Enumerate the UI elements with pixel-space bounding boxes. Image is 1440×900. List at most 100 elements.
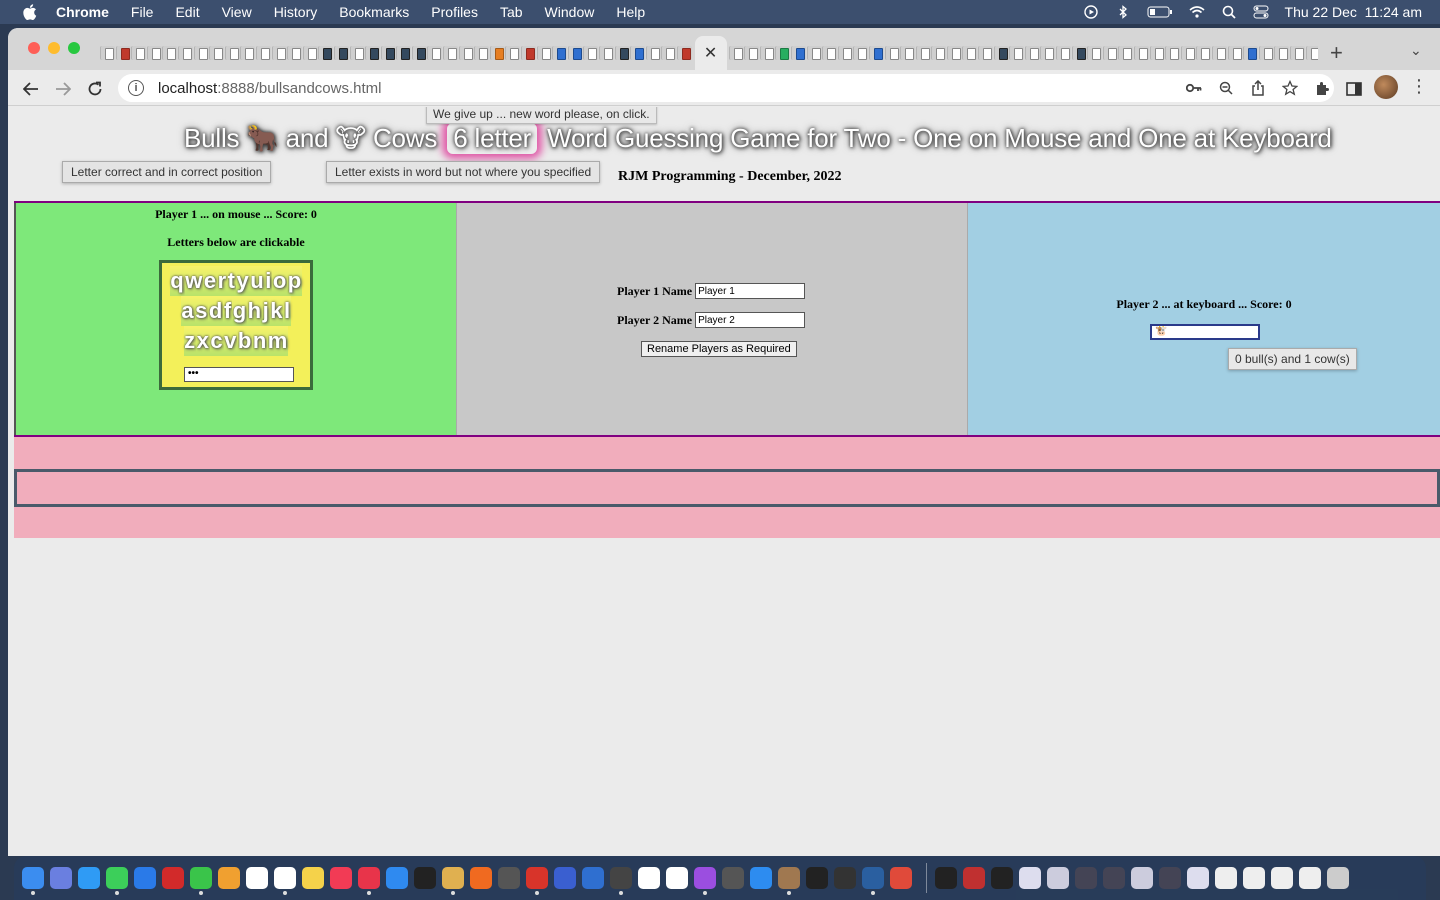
back-button[interactable]: [20, 78, 42, 100]
browser-tab[interactable]: [614, 46, 630, 60]
browser-tab[interactable]: [1118, 46, 1134, 60]
browser-tab[interactable]: [349, 46, 365, 60]
reload-button[interactable]: [84, 78, 106, 100]
browser-tab[interactable]: [1227, 46, 1243, 60]
browser-tab[interactable]: [427, 46, 443, 60]
browser-tab[interactable]: [1149, 46, 1165, 60]
letter-key-q[interactable]: q: [169, 266, 185, 296]
new-tab-button[interactable]: +: [1330, 40, 1343, 66]
dock-app-icon[interactable]: [638, 867, 660, 889]
browser-tab[interactable]: [1009, 46, 1025, 60]
letter-key-z[interactable]: z: [183, 326, 197, 356]
browser-tab[interactable]: [1305, 46, 1318, 60]
dock-window-thumbnail[interactable]: [1215, 867, 1237, 889]
browser-tab[interactable]: [209, 46, 225, 60]
dock-app-icon[interactable]: [50, 867, 72, 889]
browser-tab[interactable]: [146, 46, 162, 60]
dock-app-icon[interactable]: [22, 867, 44, 895]
site-info-icon[interactable]: i: [128, 80, 144, 96]
player1-word-input[interactable]: •••: [184, 367, 294, 382]
menu-app-name[interactable]: Chrome: [56, 4, 109, 20]
browser-tab[interactable]: [1180, 46, 1196, 60]
letter-key-g[interactable]: g: [232, 296, 248, 326]
active-tab-close-button[interactable]: ✕: [694, 36, 727, 70]
browser-tab[interactable]: [1165, 46, 1181, 60]
profile-avatar[interactable]: [1374, 75, 1398, 99]
browser-tab[interactable]: [1071, 46, 1087, 60]
bluetooth-icon[interactable]: [1115, 4, 1131, 20]
browser-tab[interactable]: [1102, 46, 1118, 60]
browser-tab[interactable]: [318, 46, 334, 60]
extensions-icon[interactable]: [1311, 78, 1333, 100]
dock-app-icon[interactable]: [526, 867, 548, 895]
browser-tab[interactable]: [915, 46, 931, 60]
forward-button[interactable]: [52, 78, 74, 100]
browser-tab[interactable]: [583, 46, 599, 60]
window-minimize-button[interactable]: [48, 42, 60, 54]
browser-tab[interactable]: [396, 46, 412, 60]
screen-record-icon[interactable]: [1083, 4, 1099, 20]
address-bar[interactable]: i localhost:8888/bullsandcows.html: [118, 74, 1334, 102]
browser-tab[interactable]: [868, 46, 884, 60]
browser-tab[interactable]: [775, 46, 791, 60]
wifi-icon[interactable]: [1188, 4, 1205, 20]
browser-tab[interactable]: [131, 46, 147, 60]
tab-search-icon[interactable]: ⌄: [1410, 42, 1422, 59]
dock-window-thumbnail[interactable]: [1103, 867, 1125, 889]
share-icon[interactable]: [1250, 80, 1266, 96]
player1-name-input[interactable]: [695, 283, 806, 299]
dock-app-icon[interactable]: [134, 867, 156, 889]
dock-app-icon[interactable]: [498, 867, 520, 889]
browser-tab[interactable]: [822, 46, 838, 60]
letter-key-p[interactable]: p: [287, 266, 303, 296]
browser-tab[interactable]: [599, 46, 614, 60]
letter-key-d[interactable]: d: [208, 296, 224, 326]
browser-tab[interactable]: [806, 46, 822, 60]
browser-tab[interactable]: [1134, 46, 1149, 60]
dock-window-thumbnail[interactable]: [1131, 867, 1153, 889]
password-key-icon[interactable]: [1186, 80, 1202, 96]
browser-tab[interactable]: [458, 46, 474, 60]
dock-window-thumbnail[interactable]: [1299, 867, 1321, 889]
letter-key-e[interactable]: e: [203, 266, 218, 296]
browser-tab[interactable]: [1274, 46, 1290, 60]
browser-tab[interactable]: [1289, 46, 1305, 60]
dock-app-icon[interactable]: [806, 867, 828, 889]
browser-tab[interactable]: [224, 46, 240, 60]
dock-app-icon[interactable]: [302, 867, 324, 889]
dock-app-icon[interactable]: [442, 867, 464, 895]
dock-window-thumbnail[interactable]: [1159, 867, 1181, 889]
dock-window-thumbnail[interactable]: [1047, 867, 1069, 889]
letter-key-m[interactable]: m: [267, 326, 289, 356]
dock-app-icon[interactable]: [218, 867, 240, 889]
apple-menu-icon[interactable]: [20, 0, 40, 24]
dock-app-icon[interactable]: [750, 867, 772, 889]
letter-key-y[interactable]: y: [235, 266, 250, 296]
menu-tab[interactable]: Tab: [500, 4, 523, 20]
dock-app-icon[interactable]: [106, 867, 128, 895]
dock-app-icon[interactable]: [358, 867, 380, 895]
letter-key-c[interactable]: c: [209, 326, 224, 356]
letter-key-l[interactable]: l: [283, 296, 292, 326]
dock-app-icon[interactable]: [890, 867, 912, 889]
dock-window-thumbnail[interactable]: [991, 867, 1013, 889]
browser-tab[interactable]: [443, 46, 459, 60]
browser-tab[interactable]: [676, 46, 692, 60]
browser-tab[interactable]: [900, 46, 916, 60]
browser-tab[interactable]: [271, 46, 287, 60]
menu-help[interactable]: Help: [616, 4, 645, 20]
dock-window-thumbnail[interactable]: [935, 867, 957, 889]
browser-tab[interactable]: [411, 46, 427, 60]
browser-tab[interactable]: [884, 46, 900, 60]
browser-tab[interactable]: [1243, 46, 1259, 60]
dock-app-icon[interactable]: [554, 867, 576, 889]
dock-app-icon[interactable]: [582, 867, 604, 889]
dock-app-icon[interactable]: [190, 867, 212, 895]
browser-tab[interactable]: [790, 46, 806, 60]
dock-window-thumbnail[interactable]: [1243, 867, 1265, 889]
browser-tab[interactable]: [333, 46, 349, 60]
letter-key-s[interactable]: s: [194, 296, 209, 326]
browser-tab[interactable]: [521, 46, 537, 60]
dock-app-icon[interactable]: [610, 867, 632, 895]
browser-tab[interactable]: [505, 46, 521, 60]
